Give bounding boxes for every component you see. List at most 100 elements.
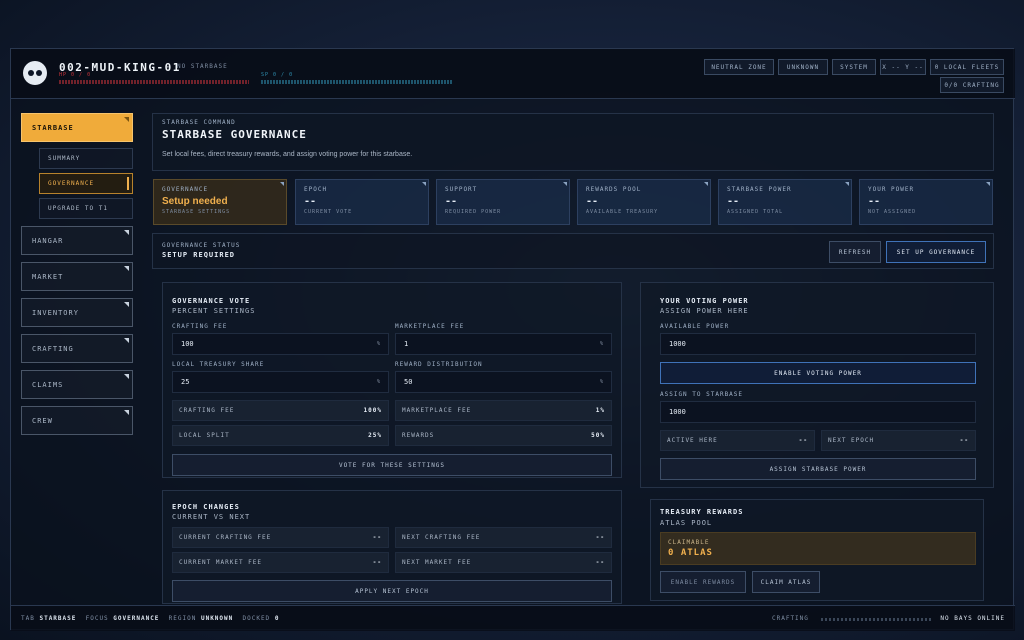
sidebar-item-starbase[interactable]: STARBASE: [21, 113, 133, 142]
epoch-title: EPOCH CHANGES: [172, 503, 240, 511]
starbase-status: NO STARBASE: [177, 63, 228, 70]
crafting-bay-bar: [821, 618, 931, 621]
sub-item-summary[interactable]: SUMMARY: [39, 148, 133, 169]
input-value: 100: [181, 340, 194, 348]
sidebar-item-claims[interactable]: CLAIMS: [21, 370, 133, 399]
zone-chip[interactable]: NEUTRAL ZONE: [704, 59, 774, 75]
kv-key: ACTIVE HERE: [667, 437, 718, 444]
sidebar-item-inventory[interactable]: INVENTORY: [21, 298, 133, 327]
power-subtitle: ASSIGN POWER HERE: [660, 307, 749, 315]
footer-bays: NO BAYS ONLINE: [940, 615, 1005, 622]
crafting-fee-label: CRAFTING FEE: [172, 323, 228, 330]
sidebar-item-crew[interactable]: CREW: [21, 406, 133, 435]
input-value: 1: [404, 340, 409, 348]
claim-atlas-button[interactable]: CLAIM ATLAS: [752, 571, 820, 593]
sidebar-item-market[interactable]: MARKET: [21, 262, 133, 291]
fleets-chip[interactable]: 0 LOCAL FLEETS: [930, 59, 1004, 75]
kv-value: 100%: [363, 407, 382, 414]
marketplace-fee-label: MARKETPLACE FEE: [395, 323, 465, 330]
kv-value: 25%: [368, 432, 382, 439]
status-footer: TAB STARBASE FOCUS GOVERNANCE REGION UNK…: [11, 605, 1015, 631]
system-chip[interactable]: SYSTEM: [832, 59, 876, 75]
kv-key: CRAFTING FEE: [179, 407, 235, 414]
input-value: 50: [404, 378, 413, 386]
percent-unit: %: [599, 379, 603, 385]
available-power-field[interactable]: 1000: [660, 333, 976, 355]
stat-title: EPOCH: [304, 186, 328, 193]
epoch-changes-panel: EPOCH CHANGES CURRENT VS NEXT CURRENT CR…: [162, 490, 622, 604]
input-value: 1000: [669, 408, 686, 416]
stat-value: Setup needed: [162, 196, 228, 207]
kv-value: --: [595, 559, 605, 566]
kv-key: NEXT CRAFTING FEE: [402, 534, 481, 541]
crafting-fee-input[interactable]: 100%: [172, 333, 389, 355]
treasury-title: TREASURY REWARDS: [660, 508, 744, 516]
assign-power-input[interactable]: 1000: [660, 401, 976, 423]
stat-your-power[interactable]: YOUR POWER -- NOT ASSIGNED: [859, 179, 993, 225]
stat-governance[interactable]: GOVERNANCE Setup needed STARBASE SETTINGS: [153, 179, 287, 225]
summary-local-split: LOCAL SPLIT 25%: [172, 425, 389, 446]
footer-docked: 0: [274, 615, 280, 622]
summary-crafting-fee: CRAFTING FEE 100%: [172, 400, 389, 421]
marketplace-fee-input[interactable]: 1%: [395, 333, 612, 355]
stat-sub: STARBASE SETTINGS: [162, 209, 231, 215]
footer-region-label: REGION: [168, 615, 197, 622]
stat-value: --: [868, 196, 881, 207]
stat-sub: REQUIRED POWER: [445, 209, 502, 215]
claimable-label: CLAIMABLE: [668, 539, 710, 546]
page-header: STARBASE COMMAND STARBASE GOVERNANCE Set…: [152, 113, 994, 171]
status-label: GOVERNANCE STATUS: [162, 242, 241, 249]
stat-starbase-power[interactable]: STARBASE POWER -- ASSIGNED TOTAL: [718, 179, 852, 225]
stat-epoch[interactable]: EPOCH -- CURRENT VOTE: [295, 179, 429, 225]
treasury-share-label: LOCAL TREASURY SHARE: [172, 361, 265, 368]
assign-starbase-power-button[interactable]: ASSIGN STARBASE POWER: [660, 458, 976, 480]
stat-title: REWARDS POOL: [586, 186, 642, 193]
active-here: ACTIVE HERE --: [660, 430, 815, 451]
header-eyebrow: STARBASE COMMAND: [162, 119, 236, 126]
skull-avatar-icon: [23, 61, 47, 85]
percent-unit: %: [376, 341, 380, 347]
sub-item-governance[interactable]: GOVERNANCE: [39, 173, 133, 194]
region-chip[interactable]: UNKNOWN: [778, 59, 828, 75]
footer-tab: STARBASE: [39, 615, 77, 622]
setup-governance-button[interactable]: SET UP GOVERNANCE: [886, 241, 986, 263]
stat-rewards-pool[interactable]: REWARDS POOL -- AVAILABLE TREASURY: [577, 179, 711, 225]
vote-button[interactable]: VOTE FOR THESE SETTINGS: [172, 454, 612, 476]
stat-title: YOUR POWER: [868, 186, 915, 193]
enable-rewards-button[interactable]: ENABLE REWARDS: [660, 571, 746, 593]
top-bar: 002-MUD-KING-01 NO STARBASE HP 0 / 0 SP …: [11, 49, 1015, 99]
refresh-button[interactable]: REFRESH: [829, 241, 881, 263]
summary-rewards: REWARDS 50%: [395, 425, 612, 446]
page-title: STARBASE GOVERNANCE: [162, 128, 307, 141]
crafting-chip[interactable]: 0/0 CRAFTING: [940, 77, 1004, 93]
available-power-label: AVAILABLE POWER: [660, 323, 730, 330]
kv-value: --: [372, 559, 382, 566]
coords-chip[interactable]: X -- Y --: [880, 59, 926, 75]
apply-next-epoch-button[interactable]: APPLY NEXT EPOCH: [172, 580, 612, 602]
claimable-value: 0 ATLAS: [668, 548, 713, 558]
next-market-fee: NEXT MARKET FEE --: [395, 552, 612, 573]
kv-key: REWARDS: [402, 432, 435, 439]
kv-key: MARKETPLACE FEE: [402, 407, 472, 414]
stat-value: --: [586, 196, 599, 207]
kv-key: NEXT EPOCH: [828, 437, 875, 444]
kv-value: --: [959, 437, 969, 444]
kv-value: 50%: [591, 432, 605, 439]
sub-item-upgrade[interactable]: UPGRADE TO T1: [39, 198, 133, 219]
kv-key: CURRENT MARKET FEE: [179, 559, 263, 566]
footer-left: TAB STARBASE FOCUS GOVERNANCE REGION UNK…: [21, 615, 279, 622]
footer-tab-label: TAB: [21, 615, 35, 622]
sidebar-item-crafting[interactable]: CRAFTING: [21, 334, 133, 363]
sidebar-item-hangar[interactable]: HANGAR: [21, 226, 133, 255]
treasury-subtitle: ATLAS POOL: [660, 519, 713, 527]
vote-subtitle: PERCENT SETTINGS: [172, 307, 256, 315]
next-epoch: NEXT EPOCH --: [821, 430, 976, 451]
enable-voting-power-button[interactable]: ENABLE VOTING POWER: [660, 362, 976, 384]
stat-sub: ASSIGNED TOTAL: [727, 209, 784, 215]
stat-support[interactable]: SUPPORT -- REQUIRED POWER: [436, 179, 570, 225]
input-value: 1000: [669, 340, 686, 348]
reward-distribution-input[interactable]: 50%: [395, 371, 612, 393]
header-description: Set local fees, direct treasury rewards,…: [162, 151, 413, 158]
treasury-share-input[interactable]: 25%: [172, 371, 389, 393]
hp-bar: [59, 80, 249, 84]
